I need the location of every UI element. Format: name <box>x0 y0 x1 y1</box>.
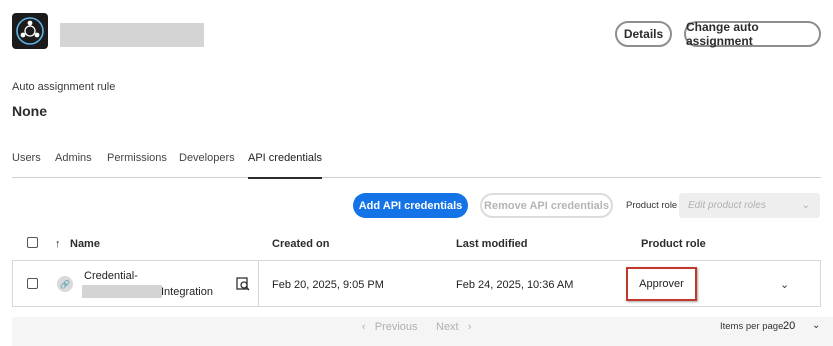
column-header-created: Created on <box>272 238 330 250</box>
tab-users[interactable]: Users <box>12 152 41 178</box>
chevron-down-icon[interactable]: ⌄ <box>812 320 820 331</box>
credential-name-line2[interactable]: Integration <box>161 286 213 298</box>
column-divider <box>258 260 259 307</box>
product-role-placeholder: Edit product roles <box>688 200 766 211</box>
chevron-down-icon: ⌄ <box>801 200 810 211</box>
search-document-icon[interactable] <box>236 277 250 291</box>
previous-label: Previous <box>374 321 418 333</box>
tab-bar: Users Admins Permissions Developers API … <box>12 152 821 179</box>
row-checkbox[interactable] <box>27 278 38 289</box>
select-all-checkbox[interactable] <box>27 237 38 248</box>
pagination-bar <box>12 317 833 346</box>
chevron-down-icon[interactable]: ⌄ <box>780 278 789 291</box>
redacted-product-name <box>60 23 204 47</box>
column-header-modified: Last modified <box>456 238 528 250</box>
chevron-left-icon: ‹ <box>362 321 366 333</box>
items-per-page-value[interactable]: 20 <box>783 320 795 332</box>
next-page-button[interactable]: Next › <box>436 321 471 333</box>
tab-permissions[interactable]: Permissions <box>107 152 167 178</box>
auto-assignment-rule-value: None <box>12 103 47 119</box>
change-auto-assignment-button[interactable]: Change auto assignment <box>684 20 821 48</box>
previous-page-button[interactable]: ‹ Previous <box>362 321 418 333</box>
link-icon: 🔗 <box>57 276 73 292</box>
add-api-credentials-button[interactable]: Add API credentials <box>353 193 468 218</box>
product-role-label: Product role <box>626 200 678 211</box>
tab-developers[interactable]: Developers <box>179 152 235 178</box>
details-button[interactable]: Details <box>615 21 672 47</box>
tab-admins[interactable]: Admins <box>55 152 92 178</box>
items-per-page-label: Items per page <box>720 321 784 332</box>
sort-ascending-icon[interactable]: ↑ <box>55 238 61 250</box>
auto-assignment-rule-label: Auto assignment rule <box>12 81 116 93</box>
next-label: Next <box>436 321 459 333</box>
last-modified-cell: Feb 24, 2025, 10:36 AM <box>456 279 574 291</box>
credential-name-line1[interactable]: Credential- <box>84 270 138 282</box>
redacted-credential-name <box>82 285 162 298</box>
column-header-name[interactable]: Name <box>70 238 100 250</box>
app-logo-icon <box>12 13 48 49</box>
tab-api-credentials[interactable]: API credentials <box>248 152 322 179</box>
created-on-cell: Feb 20, 2025, 9:05 PM <box>272 279 384 291</box>
column-header-product-role: Product role <box>641 238 706 250</box>
product-role-cell: Approver <box>626 267 697 301</box>
chevron-right-icon: › <box>467 321 472 333</box>
product-role-select[interactable]: Edit product roles ⌄ <box>679 193 820 218</box>
remove-api-credentials-button[interactable]: Remove API credentials <box>480 193 613 218</box>
table-row <box>12 260 821 307</box>
